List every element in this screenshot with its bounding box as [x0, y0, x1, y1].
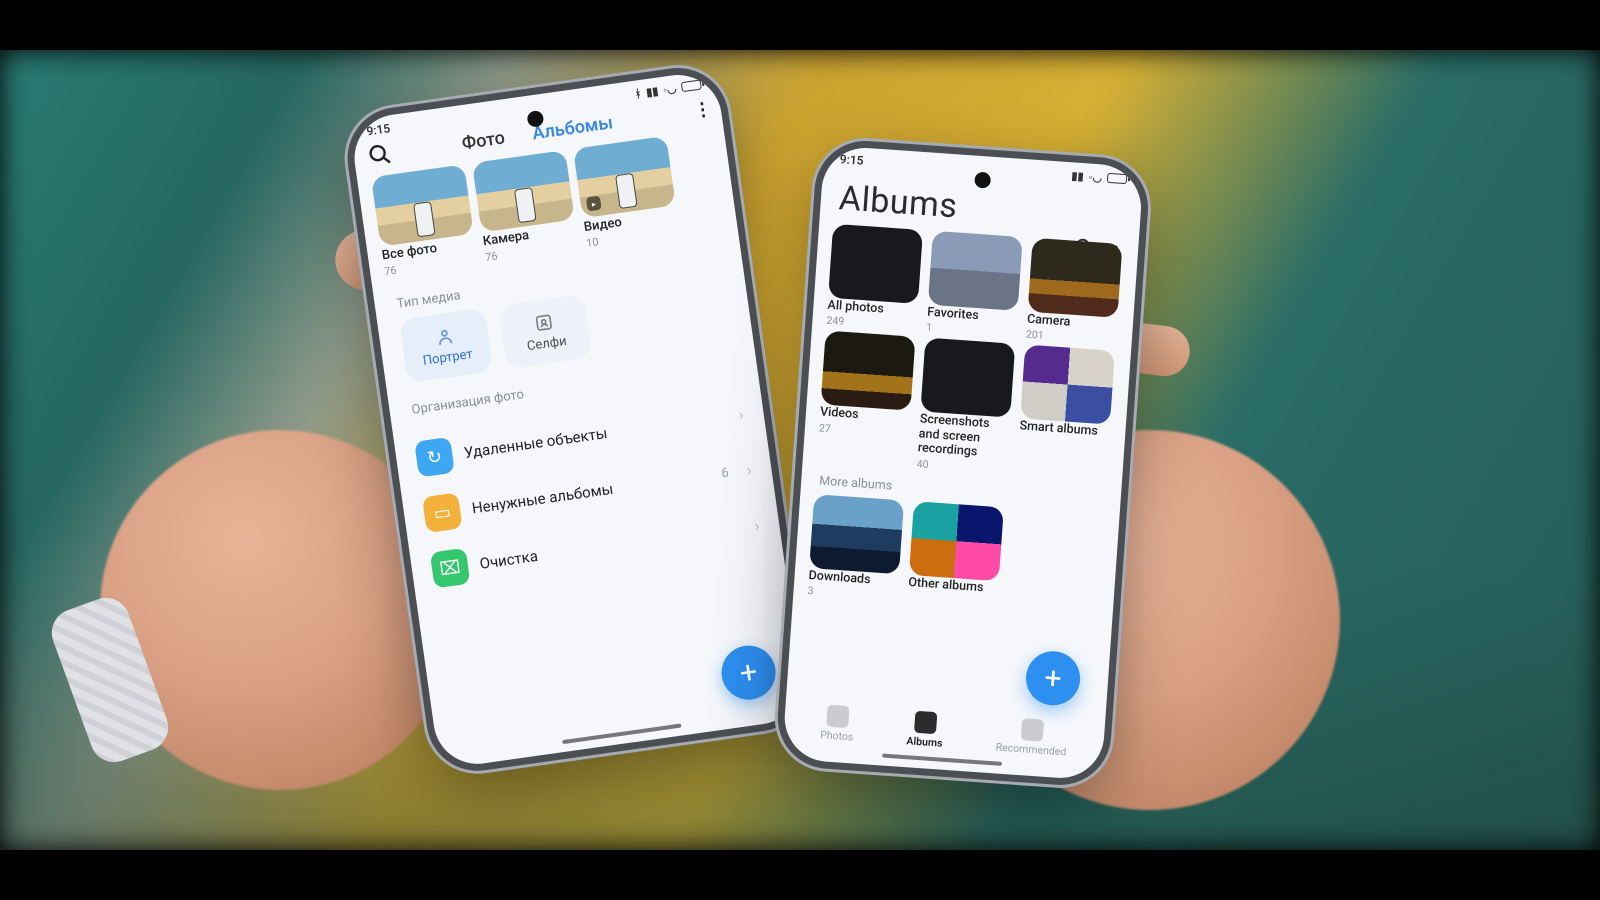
album-other[interactable]: Other albums [907, 501, 1006, 611]
album-thumb [821, 331, 916, 411]
status-icons: ▮▮ ◦◡ [1071, 169, 1127, 186]
plus-icon: + [1043, 660, 1062, 696]
battery-icon [681, 80, 702, 93]
tab-photos[interactable]: Фото [461, 127, 507, 154]
plus-icon: + [738, 654, 760, 691]
photo-stage: 9:15 ᚼ ▮▮ ◦◡ Фото Альбомы ⋮ Все фото 76 [0, 50, 1600, 850]
album-thumb [472, 150, 575, 232]
album-favorites[interactable]: Favorites 1 [926, 231, 1025, 341]
album-thumb [828, 224, 923, 304]
album-videos[interactable]: Videos 27 [817, 331, 918, 469]
album-thumb: ▸ [573, 136, 676, 218]
more-albums-grid: Downloads 3 Other albums [793, 491, 1120, 618]
phone-right: 9:15 ▮▮ ◦◡ Albums ⋮ All photos 249 [782, 145, 1144, 781]
more-icon[interactable]: ⋮ [692, 99, 710, 122]
chip-portrait[interactable]: Портрет [399, 308, 493, 383]
chevron-right-icon: › [745, 460, 752, 479]
status-time: 9:15 [366, 121, 392, 138]
signal-icon: ▮▮ [645, 84, 659, 99]
recommended-icon [1021, 718, 1044, 741]
album-thumb [928, 231, 1023, 311]
nav-recommended[interactable]: Recommended [995, 716, 1068, 758]
trash-restore-icon: ↻ [414, 437, 455, 478]
wifi-icon: ◦◡ [662, 81, 677, 96]
photos-icon [826, 704, 849, 727]
chevron-right-icon: › [737, 404, 744, 423]
search-icon[interactable] [366, 141, 393, 168]
nav-label: Albums [906, 734, 943, 749]
video-badge-icon: ▸ [586, 196, 602, 212]
album-downloads[interactable]: Downloads 3 [807, 494, 906, 604]
album-screenshots[interactable]: Screenshots and screen recordings 40 [916, 338, 1017, 476]
album-smart[interactable]: Smart albums [1016, 345, 1117, 483]
nav-photos[interactable]: Photos [820, 704, 856, 743]
albums-grid: All photos 249 Favorites 1 Camera 201 Vi… [803, 221, 1139, 484]
fab-new-album[interactable]: + [718, 642, 779, 703]
album-thumb [920, 338, 1015, 418]
album-all-photos[interactable]: Все фото 76 [371, 164, 478, 278]
album-thumb [909, 501, 1004, 581]
selfie-icon [532, 311, 555, 334]
letterbox-top [0, 0, 1600, 50]
album-all-photos[interactable]: All photos 249 [826, 224, 925, 334]
battery-icon [1107, 173, 1128, 184]
album-camera[interactable]: Camera 201 [1026, 238, 1125, 348]
cleanup-icon: ⌧ [430, 548, 471, 589]
portrait-icon [433, 325, 456, 348]
gesture-bar [562, 723, 681, 744]
nav-label: Recommended [995, 740, 1066, 758]
signal-icon: ▮▮ [1071, 169, 1084, 183]
album-thumb [1028, 238, 1123, 318]
album-video[interactable]: ▸ Видео 10 [573, 136, 680, 250]
album-thumb [809, 494, 904, 574]
album-thumb [1020, 345, 1115, 425]
chip-selfie[interactable]: Селфи [498, 294, 592, 369]
org-count: 6 [720, 465, 729, 481]
status-time: 9:15 [839, 152, 864, 168]
fab-new-album[interactable]: + [1024, 649, 1082, 707]
letterbox-bottom [0, 850, 1600, 900]
albums-icon [914, 710, 937, 733]
chevron-right-icon: › [753, 515, 760, 534]
album-label: Screenshots and screen recordings [917, 413, 1012, 462]
nav-label: Photos [820, 728, 854, 743]
chip-label: Портрет [422, 346, 474, 368]
nav-albums[interactable]: Albums [906, 710, 945, 749]
wifi-icon: ◦◡ [1088, 170, 1102, 184]
chip-label: Селфи [526, 333, 568, 353]
albums-icon: ▭ [422, 492, 463, 533]
bt-icon: ᚼ [634, 86, 642, 100]
album-camera[interactable]: Камера 76 [472, 150, 579, 264]
album-thumb [371, 164, 474, 246]
